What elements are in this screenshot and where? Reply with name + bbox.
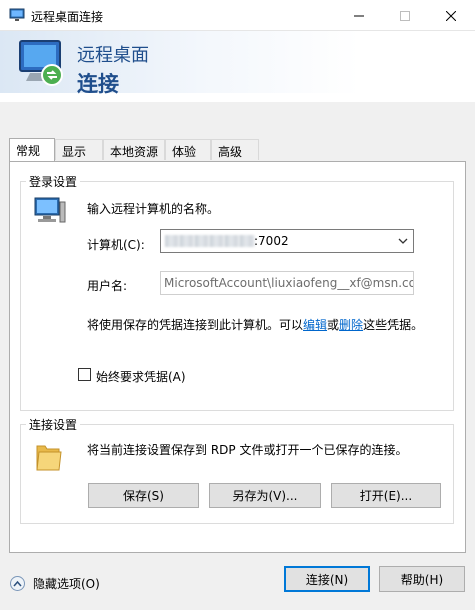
close-button[interactable]: [428, 0, 474, 31]
login-prompt: 输入远程计算机的名称。: [87, 202, 220, 216]
minimize-button[interactable]: [336, 0, 382, 31]
tab-display[interactable]: 显示: [55, 139, 103, 160]
redacted-host: [165, 235, 255, 247]
credentials-notice-prefix: 将使用保存的凭据连接到此计算机。可以: [87, 318, 304, 332]
edit-credentials-link[interactable]: 编辑: [303, 318, 327, 332]
connection-description: 将当前连接设置保存到 RDP 文件或打开一个已保存的连接。: [87, 443, 408, 457]
hide-options-label: 隐藏选项(O): [33, 577, 100, 591]
connect-button[interactable]: 连接(N): [284, 566, 370, 592]
computer-port-text: :7002: [254, 234, 289, 248]
tab-advanced[interactable]: 高级: [211, 139, 259, 160]
folder-icon: [36, 445, 62, 471]
always-ask-credentials-label[interactable]: 始终要求凭据(A): [96, 368, 186, 385]
minimize-icon: [354, 15, 364, 16]
close-icon: [446, 10, 456, 21]
connection-settings-group: 连接设置: [20, 416, 454, 524]
header-gradient: [0, 31, 475, 93]
header-banner: 远程桌面 连接: [0, 31, 475, 102]
computer-combobox[interactable]: :7002: [160, 229, 414, 253]
always-ask-credentials-checkbox[interactable]: [78, 368, 91, 381]
hide-options-toggle[interactable]: 隐藏选项(O): [10, 575, 100, 592]
remote-desktop-monitor-icon: [19, 40, 63, 86]
header-title-line2: 连接: [77, 72, 119, 96]
save-button[interactable]: 保存(S): [88, 483, 199, 508]
credentials-notice-suffix: 这些凭据。: [363, 318, 424, 332]
login-settings-title: 登录设置: [26, 173, 81, 190]
username-label: 用户名:: [87, 279, 128, 293]
tab-general[interactable]: 常规: [9, 138, 55, 161]
chevron-down-icon[interactable]: [397, 235, 409, 247]
collapse-icon: [10, 576, 25, 591]
maximize-icon: [400, 10, 410, 21]
maximize-button[interactable]: [382, 0, 428, 31]
save-as-button[interactable]: 另存为(V)...: [209, 483, 321, 508]
title-bar: 远程桌面连接: [0, 0, 475, 31]
tab-local-resources[interactable]: 本地资源: [103, 139, 165, 160]
connection-settings-title: 连接设置: [26, 416, 81, 433]
help-button[interactable]: 帮助(H): [379, 566, 465, 592]
credentials-notice: 将使用保存的凭据连接到此计算机。可以编辑或删除这些凭据。: [87, 316, 423, 333]
remote-desktop-app-icon: [9, 8, 25, 21]
computer-label: 计算机(C):: [87, 238, 145, 252]
computer-icon: [34, 197, 66, 223]
open-button[interactable]: 打开(E)...: [331, 483, 441, 508]
window-title: 远程桌面连接: [31, 10, 104, 24]
delete-credentials-link[interactable]: 删除: [339, 318, 363, 332]
tab-experience[interactable]: 体验: [165, 139, 211, 160]
credentials-notice-or: 或: [327, 318, 340, 332]
header-title-line1: 远程桌面: [77, 45, 149, 66]
username-field: MicrosoftAccount\liuxiaofeng__xf@msn.cor: [160, 271, 414, 295]
